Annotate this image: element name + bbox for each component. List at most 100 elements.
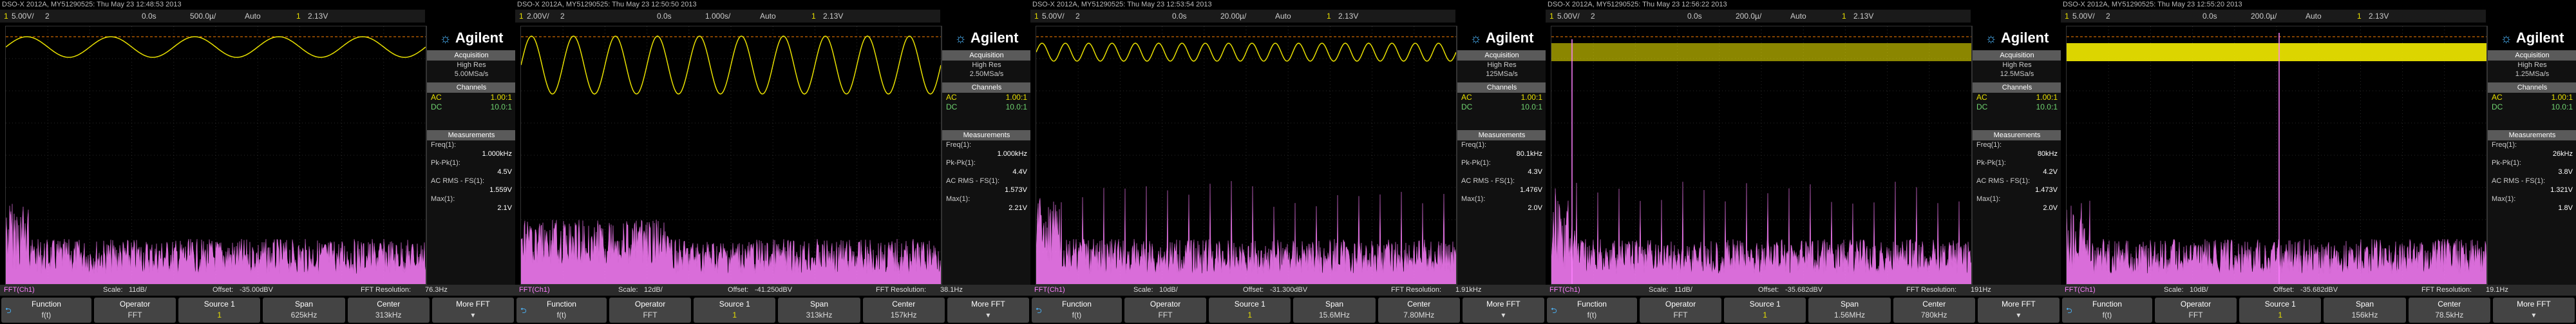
source-softkey[interactable]: Source 11 [2239,298,2322,323]
ch2-probe: 10.0:1 [1005,102,1027,111]
center-value: 313kHz [375,310,402,319]
meas-pkpk: Pk-Pk(1): 3.8V [2488,158,2576,176]
fft-scale-label: Scale: [618,286,638,294]
fft-resolution-label: FFT Resolution: [876,286,927,294]
operator-softkey[interactable]: Operator FFT [609,298,692,323]
fft-offset: -35.682dBV [2300,286,2338,294]
operator-softkey[interactable]: Operator FFT [93,298,176,323]
center-softkey[interactable]: Center 78.5kHz [2408,298,2490,323]
meas-pkpk: Pk-Pk(1): 4.3V [1457,158,1546,176]
more-fft-softkey[interactable]: More FFT ▾ [431,298,515,323]
fft-scale-label: Scale: [1133,286,1153,294]
waveform-graticule[interactable] [1551,26,1972,285]
sun-icon: ☼ [439,32,451,46]
operator-label: Operator [634,300,666,309]
operator-softkey[interactable]: Operator FFT [1124,298,1207,323]
more-fft-softkey[interactable]: More FFT ▾ [1977,298,2060,323]
waveform-graticule[interactable] [2066,26,2487,285]
function-value: f(t) [1587,310,1597,319]
fft-resolution-label: FFT Resolution: [361,286,412,294]
trigger-mode: Auto [2306,12,2322,21]
scope-screen: DSO-X 2012A, MY51290525: Thu May 23 12:4… [0,0,515,324]
ch2-probe: 10.0:1 [1520,102,1542,111]
fft-offset-label: Offset: [213,286,234,294]
span-label: Span [810,300,828,309]
ch1-row: AC 1.00:1 [1457,93,1546,102]
more-fft-label: More FFT [1486,300,1520,309]
fft-offset-label: Offset: [2273,286,2295,294]
fft-source: FFT(Ch1) [1034,286,1065,294]
waveform-graticule[interactable] [520,26,942,285]
scope-screen: DSO-X 2012A, MY51290525: Thu May 23 12:5… [2061,0,2576,324]
meas-acrms-label: AC RMS - FS(1): [1461,177,1515,185]
fft-source: FFT(Ch1) [1549,286,1580,294]
fft-resolution: 191Hz [1971,286,1991,294]
span-softkey[interactable]: Span 15.6MHz [1293,298,1376,323]
center-label: Center [377,300,401,309]
scope-strip: DSO-X 2012A, MY51290525: Thu May 23 12:4… [0,0,2576,324]
more-fft-softkey[interactable]: More FFT ▾ [1462,298,1545,323]
more-fft-softkey[interactable]: More FFT ▾ [2492,298,2575,323]
source-softkey[interactable]: Source 11 [1724,298,1806,323]
brand-label: Agilent [455,30,504,46]
span-softkey[interactable]: Span 625kHz [263,298,345,323]
sun-icon: ☼ [1470,32,1482,46]
meas-acrms: AC RMS - FS(1): 1.573V [942,176,1030,195]
span-softkey[interactable]: Span 156kHz [2324,298,2406,323]
waveform-graticule[interactable] [5,26,426,285]
fft-status-bar: FFT(Ch1) Scale: 12dB/ Offset: -41.250dBV… [515,285,1030,296]
function-softkey[interactable]: ⮌ Function f(t) [2062,298,2152,323]
measurements-header: Measurements [942,130,1030,140]
waveform-graticule[interactable] [1036,26,1457,285]
operator-label: Operator [119,300,151,309]
operator-softkey[interactable]: Operator FFT [1639,298,1722,323]
time-scale: 500.0µ/ [190,12,216,21]
waveform-svg [1036,26,1456,284]
center-softkey[interactable]: Center 780kHz [1893,298,1975,323]
sun-icon: ☼ [2500,32,2512,46]
softkey-bar: ⮌ Function f(t) Operator FFT Source 11 Span… [0,296,515,324]
source-softkey[interactable]: Source 11 [178,298,261,323]
meas-pkpk-value: 4.3V [1528,168,1542,176]
more-fft-softkey[interactable]: More FFT ▾ [947,298,1030,323]
more-fft-label: More FFT [456,300,490,309]
span-softkey[interactable]: Span 313kHz [778,298,860,323]
ch2-coupling: DC [1976,102,1988,111]
acq-mode: High Res [2002,61,2032,69]
screen-title: DSO-X 2012A, MY51290525: Thu May 23 12:5… [2063,1,2242,8]
function-softkey[interactable]: ⮌ Function f(t) [1,298,91,323]
trigger-mode: Auto [1790,12,1806,21]
ch2-coupling: DC [431,102,442,111]
operator-softkey[interactable]: Operator FFT [2154,298,2237,323]
function-label: Function [1577,300,1607,309]
center-softkey[interactable]: Center 7.80MHz [1378,298,1460,323]
span-value: 15.6MHz [1318,310,1350,319]
sample-rate: 2.50MSa/s [969,70,1004,78]
span-softkey[interactable]: Span 1.56MHz [1808,298,1891,323]
meas-acrms: AC RMS - FS(1): 1.321V [2488,176,2576,195]
span-label: Span [294,300,313,309]
meas-pkpk-value: 4.4V [1012,168,1027,176]
ch2-probe: 10.0:1 [490,102,512,111]
ch1-scale: 2.00V/ [527,12,549,21]
center-value: 157kHz [890,310,917,319]
ch2-coupling: DC [2492,102,2503,111]
function-label: Function [31,300,61,309]
function-softkey[interactable]: ⮌ Function f(t) [1032,298,1122,323]
source-softkey[interactable]: Source 11 [694,298,776,323]
meas-freq-label: Freq(1): [1976,141,2002,149]
side-panel: ☼ Agilent Acquisition High Res 5.00MSa/s … [426,26,515,285]
function-softkey[interactable]: ⮌ Function f(t) [1547,298,1637,323]
fft-source: FFT(Ch1) [4,286,35,294]
meas-max-label: Max(1): [1976,195,2001,203]
meas-max: Max(1): 2.21V [942,195,1030,213]
center-softkey[interactable]: Center 313kHz [347,298,430,323]
source-softkey[interactable]: Source 11 [1209,298,1291,323]
function-softkey[interactable]: ⮌ Function f(t) [516,298,607,323]
meas-pkpk-label: Pk-Pk(1): [2492,159,2521,167]
ch2-probe: 10.0:1 [2036,102,2058,111]
source-value: 1 [1763,310,1768,319]
span-label: Span [1325,300,1343,309]
fft-scale-label: Scale: [1649,286,1669,294]
center-softkey[interactable]: Center 157kHz [862,298,945,323]
